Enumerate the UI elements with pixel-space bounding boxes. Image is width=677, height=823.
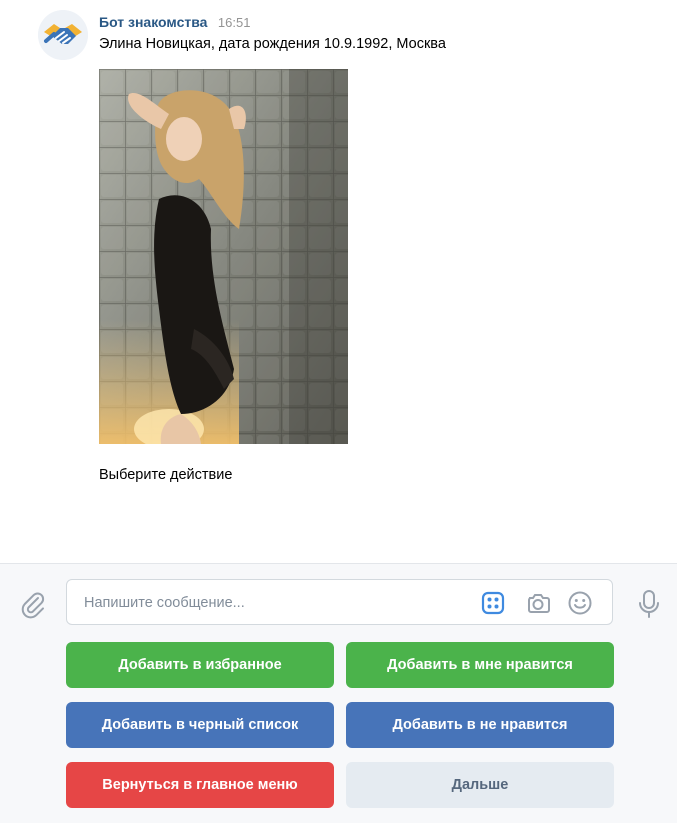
next-button[interactable]: Дальше bbox=[346, 762, 614, 808]
bot-avatar[interactable] bbox=[38, 10, 88, 60]
sender-name[interactable]: Бот знакомства bbox=[99, 14, 207, 30]
microphone-icon[interactable] bbox=[634, 588, 664, 620]
chat-history: Бот знакомства 16:51 Элина Новицкая, дат… bbox=[0, 0, 677, 563]
message-input[interactable] bbox=[82, 580, 466, 626]
keyboard-icon[interactable] bbox=[479, 589, 507, 617]
add-blacklist-button[interactable]: Добавить в черный список bbox=[66, 702, 334, 748]
photo-image bbox=[99, 69, 348, 444]
message-input-box[interactable] bbox=[66, 579, 613, 626]
add-like-button[interactable]: Добавить в мне нравится bbox=[346, 642, 614, 688]
add-dislike-button[interactable]: Добавить в не нравится bbox=[346, 702, 614, 748]
message-header: Бот знакомства 16:51 bbox=[99, 14, 250, 32]
profile-text: Элина Новицкая, дата рождения 10.9.1992,… bbox=[99, 36, 446, 52]
handshake-icon bbox=[38, 10, 88, 60]
back-to-menu-button[interactable]: Вернуться в главное меню bbox=[66, 762, 334, 808]
profile-photo[interactable] bbox=[99, 69, 348, 444]
smile-icon[interactable] bbox=[566, 589, 594, 617]
camera-icon[interactable] bbox=[524, 589, 552, 617]
add-favorite-button[interactable]: Добавить в избранное bbox=[66, 642, 334, 688]
paperclip-icon[interactable] bbox=[18, 590, 48, 620]
composer-panel: Добавить в избранное Добавить в мне нрав… bbox=[0, 563, 677, 823]
prompt-text: Выберите действие bbox=[99, 467, 233, 483]
message-time: 16:51 bbox=[217, 15, 251, 30]
